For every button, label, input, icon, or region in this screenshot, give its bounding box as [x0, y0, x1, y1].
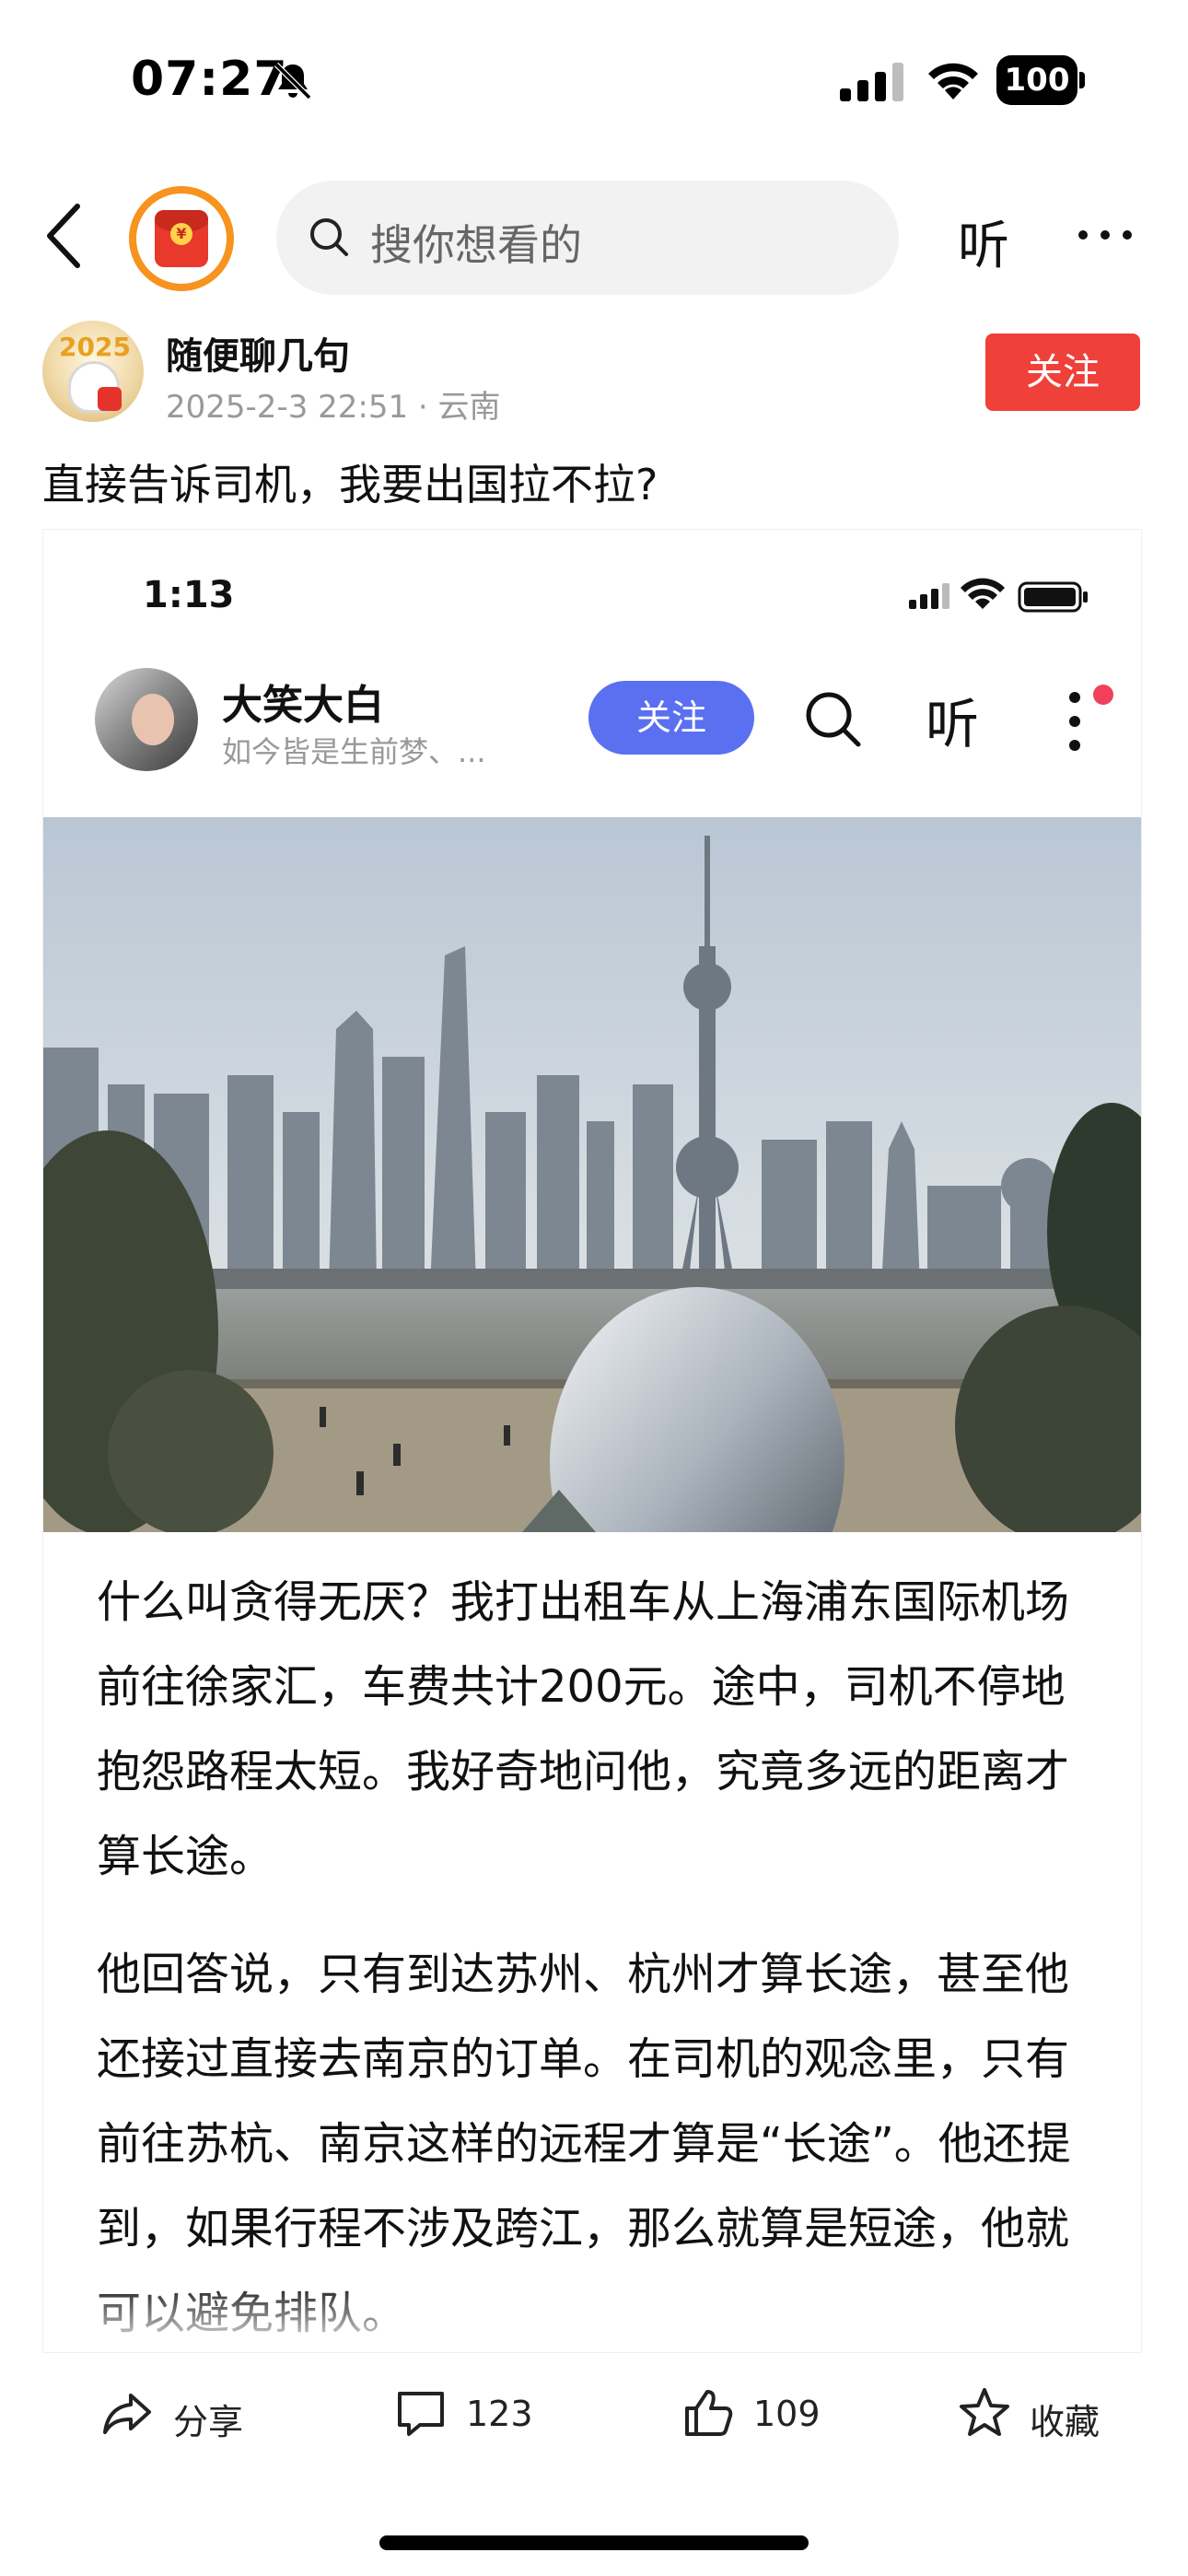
- embedded-follow-button: 关注: [588, 681, 754, 755]
- favorite-label: 收藏: [1030, 2402, 1101, 2442]
- author-name[interactable]: 随便聊几句: [166, 326, 350, 380]
- chevron-left-icon[interactable]: [39, 201, 94, 271]
- share-icon: [103, 2394, 151, 2434]
- status-time: 07:27: [131, 52, 288, 107]
- action-bar: 分享 123 109 收藏: [0, 2359, 1188, 2469]
- signal-icon: [840, 63, 903, 101]
- search-placeholder: 搜你想看的: [370, 220, 582, 270]
- skyline-photo: [43, 817, 1141, 1532]
- avatar-text: 2025: [59, 332, 131, 362]
- embedded-author-signature: 如今皆是生前梦、...: [222, 734, 486, 769]
- share-label: 分享: [173, 2402, 244, 2442]
- comment-count: 123: [466, 2394, 533, 2434]
- top-nav: ¥ 搜你想看的 听: [0, 175, 1188, 295]
- listen-button[interactable]: 听: [958, 205, 1009, 279]
- star-icon: [960, 2388, 1009, 2436]
- battery-icon: 100: [996, 55, 1085, 105]
- author-row: 2025 随便聊几句 2025-2-3 22:51 · 云南 关注: [0, 321, 1188, 431]
- post-title: 直接告诉司机，我要出国拉不拉?: [42, 460, 658, 509]
- search-icon: [310, 218, 348, 256]
- red-packet-icon[interactable]: ¥: [129, 186, 234, 291]
- embedded-article-text: 什么叫贪得无厌？我打出租车从上海浦东国际机场前往徐家汇，车费共计200元。途中，…: [97, 1560, 1101, 2352]
- red-packet-coin: ¥: [170, 223, 192, 245]
- favorite-button[interactable]: 收藏: [958, 2386, 1142, 2442]
- embedded-status-time: 1:13: [143, 574, 235, 616]
- embedded-status-icons: [909, 578, 1088, 613]
- comment-button[interactable]: 123: [394, 2386, 542, 2441]
- article-paragraph: 什么叫贪得无厌？我打出租车从上海浦东国际机场前往徐家汇，车费共计200元。途中，…: [97, 1576, 1070, 1882]
- comment-icon: [398, 2392, 444, 2436]
- embedded-author-row: 大笑大白 如今皆是生前梦、... 关注 听: [43, 668, 1141, 788]
- search-icon: [806, 692, 861, 747]
- like-button[interactable]: 109: [681, 2386, 829, 2441]
- like-count: 109: [753, 2394, 821, 2434]
- thumbs-up-icon: [685, 2390, 733, 2436]
- status-bar: 07:27 100: [0, 0, 1188, 157]
- embedded-avatar: [95, 668, 198, 771]
- home-indicator[interactable]: [379, 2535, 809, 2550]
- wifi-icon: [928, 63, 978, 100]
- post-meta: 2025-2-3 22:51 · 云南: [166, 389, 501, 426]
- battery-level: 100: [996, 55, 1077, 105]
- bell-slash-icon: [274, 62, 312, 100]
- more-horizontal-icon[interactable]: [1076, 212, 1135, 258]
- search-input[interactable]: 搜你想看的: [276, 181, 899, 295]
- embedded-author-name: 大笑大白: [222, 682, 384, 729]
- follow-button[interactable]: 关注: [985, 334, 1140, 411]
- embedded-listen-label: 听: [926, 693, 980, 755]
- notification-dot: [1093, 685, 1113, 705]
- embedded-screenshot[interactable]: 1:13 大笑大白 如今皆是生前梦、... 关注 听 什么叫贪得无厌？我打出租车…: [42, 529, 1142, 2353]
- avatar[interactable]: 2025: [42, 321, 144, 422]
- share-button[interactable]: 分享: [101, 2386, 267, 2442]
